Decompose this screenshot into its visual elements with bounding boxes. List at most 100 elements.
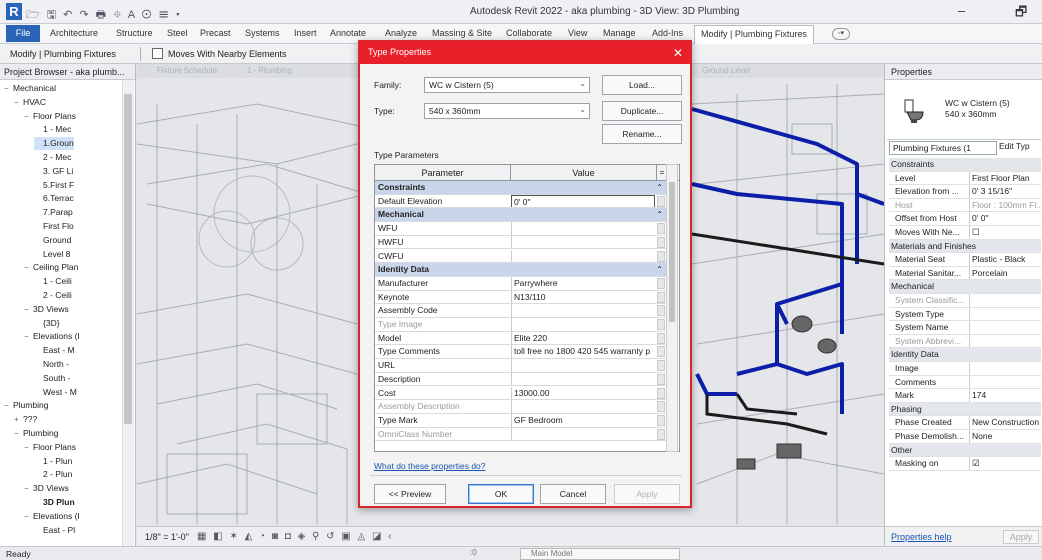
property-value-field[interactable]: Plastic - Black: [969, 253, 1041, 266]
property-group-header[interactable]: Constraints: [889, 158, 1041, 172]
property-value-field[interactable]: None: [969, 430, 1041, 443]
tab-modify-plumbing-fixtures[interactable]: Modify | Plumbing Fixtures: [694, 25, 814, 44]
parameter-value-field[interactable]: GF Bedroom: [511, 413, 655, 427]
type-selector[interactable]: WC w Cistern (5) 540 x 360mm: [887, 82, 1041, 140]
property-value-field[interactable]: Porcelain: [969, 266, 1041, 280]
quick-access-toolbar[interactable]: 🗁 🖫 ↶ ↷ 🖶 ⌖ A ⊙ ☰ ▾: [26, 6, 182, 25]
collapse-icon[interactable]: −: [24, 110, 33, 123]
view-tab-1-plumbing[interactable]: 1 - Plumbing: [247, 66, 292, 75]
tree-item[interactable]: East - Pl: [34, 524, 75, 537]
tree-item[interactable]: South -: [34, 372, 70, 385]
tab-steel[interactable]: Steel: [167, 28, 188, 38]
tab-collaborate[interactable]: Collaborate: [506, 28, 552, 38]
view-scale[interactable]: 1/8" = 1'-0": [145, 532, 189, 542]
tree-item[interactable]: − Plumbing: [4, 399, 48, 412]
tree-item[interactable]: First Flo: [34, 220, 74, 233]
view-tab-ground-level[interactable]: Ground Level: [702, 66, 750, 75]
parameter-value-field[interactable]: toll free no 1800 420 545 warranty p: [511, 345, 655, 359]
instance-filter-dropdown[interactable]: Plumbing Fixtures (1: [889, 141, 997, 155]
tab-massing-site[interactable]: Massing & Site: [432, 28, 492, 38]
view-control-icons[interactable]: ▦ ◧ ✶ ◭ ◔ ◙ ◘ ◈ ⚲ ↺ ▣ ◬ ◪ ‹: [197, 531, 394, 542]
associate-parameter-button[interactable]: [657, 250, 665, 262]
collapse-icon[interactable]: ⌃: [656, 263, 663, 276]
tree-item[interactable]: 1 - Ceili: [34, 275, 72, 288]
collapse-icon[interactable]: −: [14, 427, 23, 440]
active-model-dropdown[interactable]: Main Model: [520, 548, 680, 560]
tree-item[interactable]: 5.First F: [34, 179, 74, 192]
expand-icon[interactable]: +: [14, 413, 23, 426]
property-group-header[interactable]: Materials and Finishes: [889, 239, 1041, 254]
tree-item[interactable]: − Plumbing: [14, 427, 58, 440]
associate-parameter-button[interactable]: [657, 346, 665, 358]
property-value-field[interactable]: [969, 321, 1041, 334]
tree-item[interactable]: 2 - Plun: [34, 468, 72, 481]
view-tab-fixture-schedule[interactable]: Fixture Schedule: [157, 66, 217, 75]
tree-item[interactable]: Ground: [34, 234, 71, 247]
tree-item[interactable]: − HVAC: [14, 96, 46, 109]
property-value-field[interactable]: 0' 3 15/16": [969, 185, 1041, 198]
rename-button[interactable]: Rename...: [602, 124, 682, 144]
collapse-icon[interactable]: −: [24, 482, 33, 495]
tree-item[interactable]: North -: [34, 358, 69, 371]
properties-help-link[interactable]: Properties help: [891, 532, 952, 542]
tab-precast[interactable]: Precast: [200, 28, 231, 38]
restore-button[interactable]: 🗗: [1015, 3, 1027, 25]
collapse-icon[interactable]: ⌃: [656, 181, 663, 194]
property-group-header[interactable]: Mechanical: [889, 280, 1041, 294]
tree-item[interactable]: − Floor Plans: [24, 110, 76, 123]
collapse-icon[interactable]: −: [24, 330, 33, 343]
collapse-icon[interactable]: ⌃: [656, 208, 663, 221]
tree-item[interactable]: East - M: [34, 344, 75, 357]
property-group-header[interactable]: Identity Data: [889, 348, 1041, 362]
grid-scroll-thumb[interactable]: [669, 182, 675, 322]
associate-parameter-button[interactable]: [657, 195, 665, 207]
property-value-field[interactable]: [969, 307, 1041, 321]
parameter-value-field[interactable]: [511, 359, 655, 372]
ok-button[interactable]: OK: [468, 484, 534, 504]
tree-item[interactable]: − Ceiling Plan: [24, 261, 78, 274]
property-group-header[interactable]: Other: [889, 443, 1041, 458]
cancel-button[interactable]: Cancel: [540, 484, 606, 504]
tab-add-ins[interactable]: Add-Ins: [652, 28, 683, 38]
associate-parameter-button[interactable]: [657, 428, 665, 440]
tree-item[interactable]: {3D}: [34, 317, 60, 330]
parameter-value-field[interactable]: 13000.00: [511, 386, 655, 400]
property-value-field[interactable]: ☐: [969, 226, 1041, 239]
tree-item[interactable]: 2 - Mec: [34, 151, 71, 164]
tree-item[interactable]: 3. GF Li: [34, 165, 73, 178]
tab-annotate[interactable]: Annotate: [330, 28, 366, 38]
column-parameter[interactable]: Parameter: [375, 165, 511, 181]
associate-parameter-button[interactable]: [657, 319, 665, 330]
parameter-value-field[interactable]: [511, 222, 655, 235]
parameter-value-field[interactable]: [511, 372, 655, 386]
associate-parameter-button[interactable]: [657, 332, 665, 344]
associate-parameter-button[interactable]: [657, 373, 665, 385]
collapse-icon[interactable]: −: [4, 82, 13, 95]
revit-logo-icon[interactable]: R: [6, 3, 22, 20]
tree-item[interactable]: −3D Views: [24, 482, 69, 495]
column-value[interactable]: Value: [511, 165, 657, 181]
tab-architecture[interactable]: Architecture: [50, 28, 98, 38]
family-dropdown[interactable]: WC w Cistern (5) ⌄: [424, 77, 590, 93]
property-value-field[interactable]: ☑: [969, 457, 1041, 470]
tree-item[interactable]: −3D Views: [24, 303, 69, 316]
close-icon[interactable]: ✕: [670, 45, 686, 61]
tree-item[interactable]: 2 - Ceili: [34, 289, 72, 302]
property-group-header[interactable]: Phasing: [889, 402, 1041, 417]
associate-parameter-button[interactable]: [657, 277, 665, 289]
tab-manage[interactable]: Manage: [603, 28, 636, 38]
apply-button[interactable]: Apply: [614, 484, 680, 504]
tree-item[interactable]: 1 - Plun: [34, 455, 72, 468]
collapse-icon[interactable]: −: [24, 510, 33, 523]
load-button[interactable]: Load...: [602, 75, 682, 95]
associate-parameter-button[interactable]: [657, 291, 665, 303]
parameter-value-field[interactable]: N13/110: [511, 290, 655, 304]
ribbon-minimize-toggle-icon[interactable]: ◦▾: [832, 28, 850, 40]
collapse-icon[interactable]: −: [4, 399, 13, 412]
associate-parameter-button[interactable]: [657, 236, 665, 248]
collapse-icon[interactable]: −: [24, 261, 33, 274]
property-value-field[interactable]: [969, 362, 1041, 375]
tree-item[interactable]: +???: [14, 413, 37, 426]
tab-systems[interactable]: Systems: [245, 28, 280, 38]
associate-parameter-button[interactable]: [657, 360, 665, 372]
